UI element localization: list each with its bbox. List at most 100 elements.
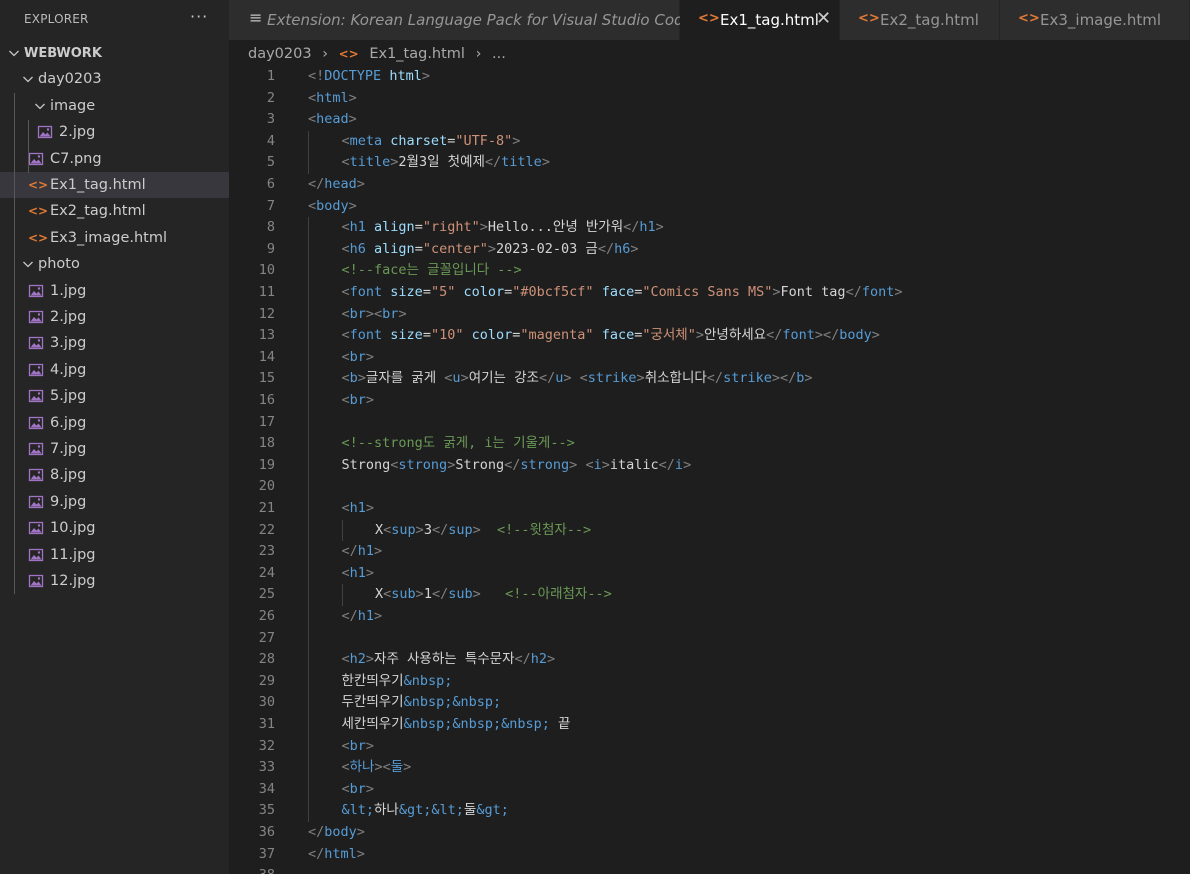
code-text: <br> [342, 347, 375, 369]
file-item-7-jpg[interactable]: 7.jpg [0, 436, 229, 462]
chevron-down-icon[interactable] [32, 98, 48, 114]
tab-ex3-image-html[interactable]: <> Ex3_image.html [1000, 0, 1190, 40]
code-editor[interactable]: 1 <!DOCTYPE html> 2 <html> 3 <head> 4 <meta cha… [229, 66, 1190, 874]
image-file-icon [37, 124, 53, 140]
tab-bar: ≡ Extension: Korean Language Pack for Vis… [229, 0, 1190, 40]
file-label: Ex2_tag.html [50, 203, 146, 220]
code-text: <br><br> [342, 304, 407, 326]
text-content: = [422, 284, 431, 300]
folder-item-photo[interactable]: photo [0, 251, 229, 277]
tag-bracket: < [341, 651, 350, 668]
close-icon[interactable]: ✕ [816, 8, 831, 29]
tag-name: sub [448, 586, 473, 603]
file-item-10-jpg[interactable]: 10.jpg [0, 515, 229, 541]
code-line: 31 세칸띄우기&nbsp;&nbsp;&nbsp; 끝 [229, 714, 1190, 736]
tag-bracket: </ [706, 370, 724, 387]
file-item-3-jpg[interactable]: 3.jpg [0, 330, 229, 356]
file-item-c7-png[interactable]: C7.png [0, 146, 229, 172]
tag-bracket: </ [766, 327, 783, 344]
image-file-icon [28, 362, 44, 378]
tab-ex2-tag-html[interactable]: <> Ex2_tag.html [840, 0, 1000, 40]
file-item-2-jpg[interactable]: 2.jpg [0, 304, 229, 330]
code-line: 24 <h1> [229, 563, 1190, 585]
file-item-12-jpg[interactable]: 12.jpg [0, 568, 229, 594]
tag-bracket: </ [431, 586, 449, 603]
folder-item-day0203[interactable]: day0203 [0, 66, 229, 92]
folder-item-webwork[interactable]: WEBWORK [0, 40, 229, 66]
line-number: 29 [258, 672, 275, 689]
tag-bracket: > [365, 392, 375, 408]
breadcrumb-folder[interactable]: day0203 [248, 44, 312, 64]
tab-extension-korean-language-pack-for-visua[interactable]: ≡ Extension: Korean Language Pack for Vis… [229, 0, 693, 40]
tag-bracket: > [348, 89, 357, 106]
line-number: 6 [266, 176, 275, 192]
attribute-value: "Comics Sans MS" [642, 284, 773, 300]
text-content: 2월3일 첫예제 [398, 154, 485, 171]
attribute-name: align [374, 240, 415, 257]
code-line: 23 </h1> [229, 541, 1190, 563]
line-number: 38 [229, 865, 275, 874]
file-label: C7.png [50, 150, 102, 167]
code-text: <하나><둘> [342, 757, 412, 779]
code-line: 8 <h1 align="right">Hello...안녕 반가워</h1> [229, 217, 1190, 239]
image-file-icon [28, 335, 44, 351]
image-file-icon [28, 467, 44, 483]
breadcrumb-file[interactable]: Ex1_tag.html [369, 44, 465, 64]
tag-bracket: < [341, 370, 350, 387]
image-file-icon [28, 151, 44, 167]
tag-bracket: > [487, 240, 496, 257]
tag-bracket: > [398, 305, 407, 322]
attribute-name: face [601, 327, 635, 344]
image-file-icon [28, 494, 44, 510]
tag-name: title [501, 154, 542, 171]
tree-indent-guide [14, 93, 15, 305]
tag-name: 둘 [390, 759, 404, 776]
folder-item-image[interactable]: image [0, 93, 229, 119]
file-item-5-jpg[interactable]: 5.jpg [0, 383, 229, 409]
breadcrumb-symbol[interactable]: ... [492, 44, 506, 64]
tag-name: head [316, 111, 349, 128]
chevron-down-icon[interactable] [20, 256, 36, 272]
file-item-ex3-image-html[interactable]: <> Ex3_image.html [0, 225, 229, 251]
file-item-4-jpg[interactable]: 4.jpg [0, 357, 229, 383]
line-number: 11 [258, 284, 275, 300]
line-number: 23 [258, 543, 275, 560]
code-line: 15 <b>글자를 굵게 <u>여기는 강조</u> <strike>취소합니다<… [229, 368, 1190, 390]
file-label: 1.jpg [50, 282, 87, 299]
line-number: 27 [258, 629, 275, 646]
code-text: <font size="5" color="#0bcf5cf" face="Co… [342, 282, 903, 304]
file-item-ex1-tag-html[interactable]: <> Ex1_tag.html [0, 172, 229, 198]
code-line: 38 [229, 865, 1190, 874]
file-item-11-jpg[interactable]: 11.jpg [0, 542, 229, 568]
text-content [594, 284, 602, 300]
tag-bracket: < [579, 370, 588, 387]
tag-bracket: </ [308, 845, 325, 862]
line-number: 36 [258, 824, 275, 840]
text-content [481, 586, 505, 602]
line-number: 18 [258, 435, 275, 452]
chevron-down-icon[interactable] [20, 71, 36, 87]
code-text: <body> [308, 196, 357, 218]
attribute-name: charset [390, 132, 448, 149]
tag-name: font [782, 327, 815, 344]
more-actions-icon[interactable]: ··· [190, 7, 208, 26]
code-line: 4 <meta charset="UTF-8"> [229, 131, 1190, 153]
file-item-1-jpg[interactable]: 1.jpg [0, 278, 229, 304]
image-file-icon [28, 573, 44, 589]
indent-guide [341, 584, 343, 606]
code-line: 21 <h1> [229, 498, 1190, 520]
file-item-ex2-tag-html[interactable]: <> Ex2_tag.html [0, 198, 229, 224]
code-text: <h1> [342, 563, 375, 585]
chevron-down-icon[interactable] [6, 45, 22, 61]
tag-name: font [349, 327, 383, 344]
tag-bracket: > [601, 456, 610, 473]
file-item-6-jpg[interactable]: 6.jpg [0, 410, 229, 436]
line-number: 14 [258, 348, 275, 365]
file-item-9-jpg[interactable]: 9.jpg [0, 489, 229, 515]
tab-ex1-tag-html[interactable]: <> Ex1_tag.html ✕ [680, 0, 840, 40]
image-file-icon [28, 415, 44, 431]
file-item-8-jpg[interactable]: 8.jpg [0, 462, 229, 488]
file-item-2-jpg[interactable]: 2.jpg [0, 119, 229, 145]
text-content [463, 327, 471, 343]
file-label: 7.jpg [50, 441, 87, 457]
